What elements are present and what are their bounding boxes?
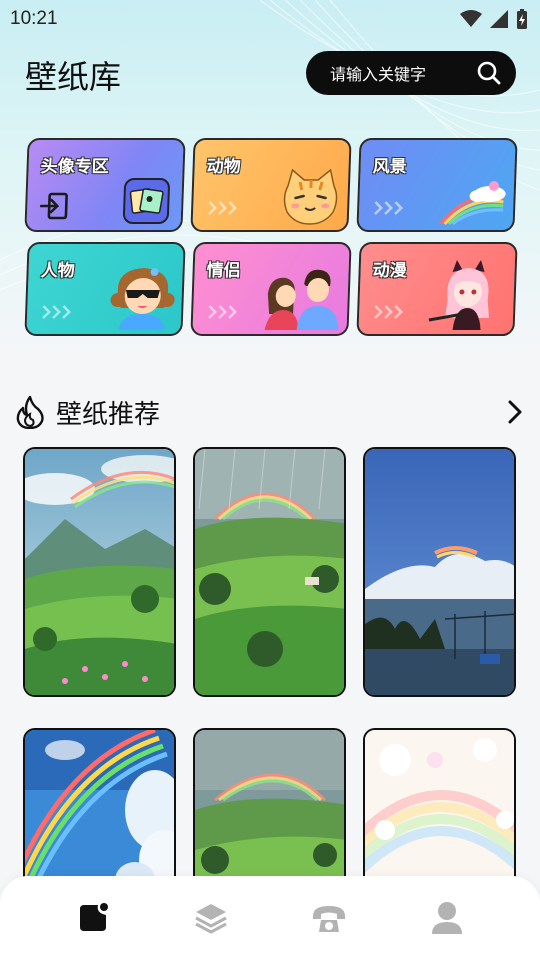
girl-illustration xyxy=(110,268,175,330)
cat-illustration xyxy=(283,168,338,225)
arrows-icon xyxy=(374,201,403,215)
login-icon xyxy=(39,192,68,220)
wallpaper-image xyxy=(195,449,344,695)
category-avatar[interactable]: 头像专区 xyxy=(24,138,186,232)
category-couple[interactable]: 情侣 xyxy=(190,242,352,336)
arrows-icon xyxy=(208,305,237,319)
wallpaper-icon xyxy=(80,903,108,931)
category-label: 动物 xyxy=(206,157,241,177)
bottom-nav xyxy=(0,876,540,960)
wallpaper-image xyxy=(25,449,174,695)
layers-icon xyxy=(195,904,227,934)
rainbow-illustration xyxy=(439,181,506,226)
page-title: 壁纸库 xyxy=(25,58,122,96)
arrows-icon xyxy=(208,201,237,215)
search-input[interactable]: 请输入关键字 xyxy=(330,61,476,85)
status-icons xyxy=(460,9,528,29)
category-label: 人物 xyxy=(40,261,75,281)
category-label: 风景 xyxy=(372,157,407,177)
wifi-icon xyxy=(460,10,482,27)
avatar-frame-icon xyxy=(122,178,171,224)
signal-icon xyxy=(490,10,508,28)
nav-profile[interactable] xyxy=(412,888,482,948)
status-bar: 10:21 xyxy=(0,0,540,38)
wallpaper-tile[interactable] xyxy=(23,447,176,697)
battery-icon xyxy=(517,9,527,29)
category-people[interactable]: 人物 xyxy=(24,242,186,336)
wallpaper-tile[interactable] xyxy=(193,447,346,697)
nav-wallpaper[interactable] xyxy=(58,888,128,948)
recommend-title: 壁纸推荐 xyxy=(56,399,161,430)
couple-illustration xyxy=(264,269,339,330)
phone-icon xyxy=(313,906,345,932)
chevron-right-icon[interactable] xyxy=(502,398,526,426)
nav-phone[interactable] xyxy=(294,888,364,948)
category-scenery[interactable]: 风景 xyxy=(356,138,518,232)
arrows-icon xyxy=(42,305,71,319)
recommend-section-header: 壁纸推荐 xyxy=(14,392,526,432)
user-icon xyxy=(432,902,462,934)
flame-icon xyxy=(16,395,44,429)
category-label: 动漫 xyxy=(372,261,407,281)
category-anime[interactable]: 动漫 xyxy=(356,242,518,336)
nav-layers[interactable] xyxy=(176,888,246,948)
status-time: 10:21 xyxy=(10,8,58,29)
category-label: 情侣 xyxy=(206,261,241,281)
wallpaper-image xyxy=(365,449,514,695)
wallpaper-tile[interactable] xyxy=(363,447,516,697)
category-label: 头像专区 xyxy=(40,157,109,177)
search-icon[interactable] xyxy=(476,60,502,86)
category-animal[interactable]: 动物 xyxy=(190,138,352,232)
anime-girl-illustration xyxy=(428,260,489,330)
search-bar[interactable]: 请输入关键字 xyxy=(306,51,516,95)
arrows-icon xyxy=(374,305,403,319)
